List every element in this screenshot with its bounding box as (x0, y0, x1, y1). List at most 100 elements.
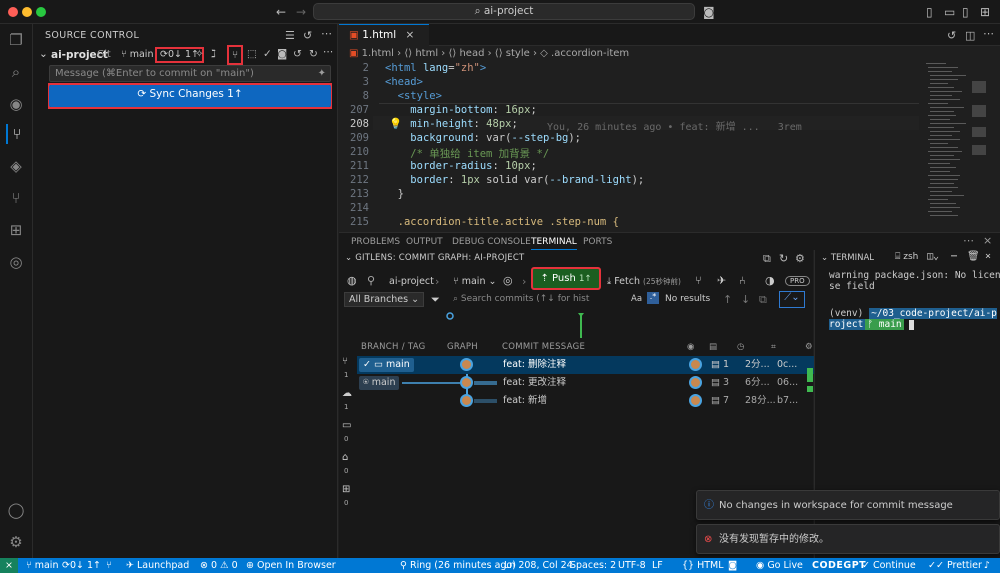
open-changes-icon[interactable]: ↺ (947, 29, 956, 42)
close-terminal-icon[interactable]: × (985, 251, 991, 262)
branch-indicator[interactable]: ⑂ main (121, 49, 153, 60)
tab-terminal[interactable]: TERMINAL (531, 237, 577, 250)
minimize-window-button[interactable] (22, 7, 32, 17)
status-codegpt[interactable]: CODEGPT (812, 558, 866, 573)
open-details-icon[interactable]: ⧉ (759, 293, 767, 307)
extensions-icon[interactable]: ⊞ (6, 220, 26, 240)
editor-more-icon[interactable]: ⋯ (983, 27, 994, 40)
match-case-toggle[interactable]: Aa (631, 294, 642, 304)
manage-gear-icon[interactable]: ⚙ (6, 532, 26, 552)
status-continue[interactable]: ✓ Continue (862, 558, 916, 573)
all-branches-select[interactable]: All Branches ⌄ (344, 292, 424, 307)
account-icon[interactable]: ◯ (6, 500, 26, 520)
breadcrumb-style[interactable]: style (506, 48, 530, 59)
kill-terminal-icon[interactable]: 🗑 (967, 251, 980, 262)
graph-repo-name[interactable]: ai-project (389, 276, 434, 287)
back-arrow-icon[interactable]: ← (276, 4, 286, 20)
code-editor[interactable]: 2 <html lang="zh"> 3 <head> 8 <style> 20… (339, 61, 919, 231)
close-panel-icon[interactable]: × (983, 234, 992, 247)
column-commit-message[interactable]: COMMIT MESSAGE (502, 342, 585, 352)
remotes-count-icon[interactable]: ☁ (342, 388, 352, 399)
status-prettier[interactable]: ✓✓ Prettier (928, 558, 982, 573)
column-settings-icon[interactable]: ⚙ (805, 342, 813, 352)
tags-count-icon[interactable]: ⌂ (342, 452, 348, 463)
minimap[interactable] (922, 61, 986, 231)
explorer-icon[interactable]: ❐ (6, 30, 26, 50)
filter-icon[interactable]: ⏷ (431, 293, 440, 307)
gitlens-icon[interactable]: ⑂ (6, 188, 26, 208)
launchpad-rocket-icon[interactable]: ✈ (717, 274, 726, 287)
command-center-search[interactable]: ⌕ ai-project (313, 3, 695, 20)
status-encoding[interactable]: UTF-8 (618, 558, 646, 573)
stash-icon[interactable]: ⬚ (247, 48, 257, 60)
worktrees-icon[interactable]: ⑃ (739, 274, 746, 287)
toggle-primary-sidebar-icon[interactable]: ▯ (926, 4, 933, 20)
tab-debug-console[interactable]: DEBUG CONSOLE (452, 237, 531, 247)
changes-column-icon[interactable]: ▤ (709, 342, 717, 352)
table-row[interactable]: feat: 新增 ▤ 7 28分... b7... (357, 392, 815, 410)
repo-more-icon[interactable]: ⋯ (323, 46, 334, 58)
status-copilot-icon[interactable]: ◙ (728, 558, 737, 573)
commit-message-input[interactable]: Message (⌘Enter to commit on "main") ✦ (49, 65, 331, 82)
branches-icon[interactable]: ⑂ (695, 274, 702, 287)
stashes-count-icon[interactable]: ▭ (342, 420, 351, 431)
minimap-toggle[interactable]: ⟋⌄ (779, 291, 805, 308)
repo-row[interactable]: ⌄ ai-project Git ⑂ main ⟳0↓ 1↑ ✧ ℷ ⑂ ⬚ ✓… (39, 45, 335, 65)
commit-check-icon[interactable]: ✓ (263, 48, 272, 60)
breadcrumb-file[interactable]: 1.html (362, 48, 394, 59)
zoom-window-button[interactable] (36, 7, 46, 17)
notification-error[interactable]: ⊗ 没有发现暂存中的修改。 (696, 524, 1000, 554)
status-blame[interactable]: ⚲ Ring (26 minutes ago) (400, 558, 516, 573)
copilot-chat-icon[interactable]: ◉ (6, 94, 26, 114)
ai-commit-icon[interactable]: ✧ (195, 48, 204, 60)
sparkle-icon[interactable]: ✦ (318, 66, 326, 81)
status-sync[interactable]: ⟳0↓ 1↑ (62, 558, 101, 573)
fetch-icon[interactable]: ℷ (211, 48, 216, 60)
status-golive[interactable]: ◉ Go Live (756, 558, 803, 573)
tab-output[interactable]: OUTPUT (406, 237, 443, 247)
search-icon[interactable]: ⌕ (6, 62, 26, 82)
table-row[interactable]: ✓ ▭ main feat: 删除注释 ▤ 1 2分... 0c... (357, 356, 815, 374)
fetch-button[interactable]: ⤓ Fetch (25秒钟前) (607, 276, 681, 287)
graph-minimap[interactable] (339, 310, 813, 340)
previous-match-icon[interactable]: ↑ (723, 293, 732, 306)
graph-settings-icon[interactable]: ⚙ (795, 252, 805, 265)
push-button[interactable]: ⇡ Push 1↑ (531, 267, 601, 290)
more-actions-icon[interactable]: ⋯ (321, 27, 332, 40)
breadcrumb-html[interactable]: html (415, 48, 438, 59)
remote-indicator-icon[interactable]: ⨯ (0, 558, 18, 573)
sync-changes-button[interactable]: ⟳ Sync Changes 1↑ (49, 85, 331, 107)
breadcrumb-selector[interactable]: .accordion-item (551, 48, 629, 59)
status-launchpad[interactable]: ✈ Launchpad (126, 558, 189, 573)
author-column-icon[interactable]: ◉ (687, 342, 695, 352)
split-editor-icon[interactable]: ◫ (965, 29, 975, 42)
remote-explorer-icon[interactable]: ◎ (6, 252, 26, 272)
notification-info[interactable]: ⓘ No changes in workspace for commit mes… (696, 490, 1000, 520)
inspect-icon[interactable]: ◑ (765, 274, 775, 287)
status-gitlens-icon[interactable]: ⑂ (106, 558, 112, 573)
worktrees-count-icon[interactable]: ⊞ (342, 484, 350, 495)
history-icon-2[interactable]: ↺ (293, 48, 302, 60)
status-indentation[interactable]: Spaces: 2 (570, 558, 616, 573)
terminal-shell-selector[interactable]: ⌸ zsh (895, 252, 918, 262)
branch-tag-main-remote[interactable]: ⍟ main (359, 376, 400, 390)
next-match-icon[interactable]: ↓ (741, 293, 750, 306)
status-cursor-position[interactable]: Ln 208, Col 24 (504, 558, 573, 573)
refresh-icon[interactable]: ↻ (309, 48, 318, 60)
branches-count-icon[interactable]: ⑂ (342, 356, 348, 367)
copilot-review-icon[interactable]: ◙ (277, 48, 287, 60)
close-tab-icon[interactable]: × (406, 29, 415, 41)
remote-icon[interactable]: ◎ (503, 274, 513, 287)
sha-column-icon[interactable]: ⌗ (771, 342, 776, 352)
source-control-icon[interactable]: ⑂ (6, 124, 26, 144)
status-eol[interactable]: LF (652, 558, 663, 573)
breadcrumb-head[interactable]: head (459, 48, 484, 59)
status-open-browser[interactable]: ⊕ Open In Browser (246, 558, 336, 573)
panel-more-icon[interactable]: ⋯ (963, 234, 974, 247)
pro-badge[interactable]: PRO (785, 276, 810, 286)
publish-branch-icon[interactable]: ⑂ (227, 45, 243, 65)
graph-branch[interactable]: ⑂ main ⌄ (453, 276, 496, 287)
date-column-icon[interactable]: ◷ (737, 342, 745, 352)
graph-refresh-icon[interactable]: ↻ (779, 252, 788, 265)
column-graph[interactable]: GRAPH (447, 342, 478, 352)
